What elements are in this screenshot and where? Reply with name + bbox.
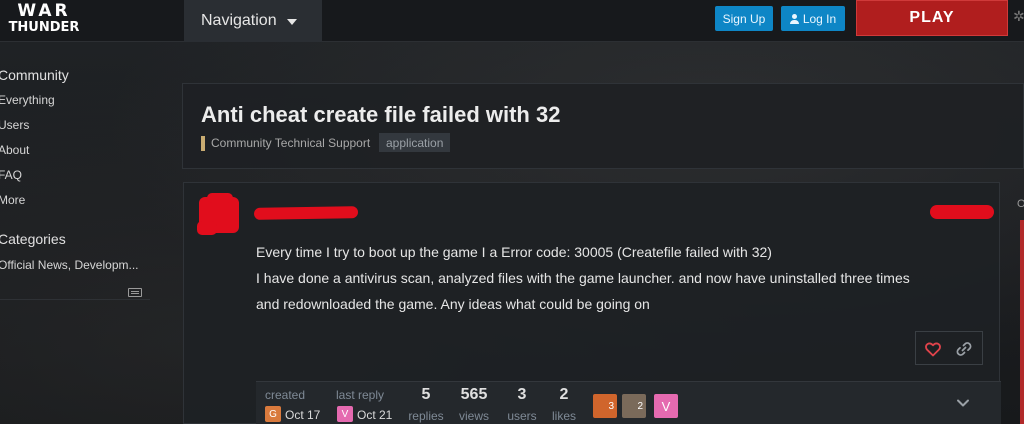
topic-title[interactable]: Anti cheat create file failed with 32 — [201, 102, 560, 128]
sidebar-heading-categories[interactable]: Categories — [0, 231, 66, 247]
like-button[interactable] — [924, 340, 942, 358]
timeline-scroll-bar[interactable] — [1020, 220, 1024, 424]
replies-label: replies — [408, 409, 444, 423]
participant-avatar[interactable]: 2 — [622, 394, 646, 418]
logo-line1: WAR — [17, 1, 71, 21]
topic-map: created G Oct 17 last reply V Oct 21 5 r… — [256, 381, 1001, 424]
play-label: PLAY — [909, 9, 955, 26]
last-reply-date: Oct 21 — [357, 408, 393, 422]
username-redacted[interactable] — [253, 206, 359, 220]
sidebar-item-everything[interactable]: Everything — [0, 93, 55, 107]
site-header: WAR THUNDER Navigation Sign Up Log In PL… — [0, 0, 1024, 42]
post-actions — [915, 331, 983, 365]
sidebar-item-faq[interactable]: FAQ — [0, 168, 22, 182]
post-body-line: and redownloaded the game. Any ideas wha… — [256, 296, 650, 312]
created-date: Oct 17 — [285, 408, 321, 422]
sidebar: Community Everything Users About FAQ Mor… — [0, 42, 150, 312]
play-button[interactable]: PLAY — [856, 0, 1008, 36]
link-icon — [956, 342, 972, 356]
caret-down-icon — [286, 19, 297, 25]
sidebar-item-official-news[interactable]: Official News, Developm... — [0, 258, 139, 272]
keyboard-icon[interactable] — [128, 288, 142, 297]
post-body: Every time I try to boot up the game I a… — [256, 239, 976, 317]
tag-application[interactable]: application — [379, 133, 451, 152]
topic-header: Anti cheat create file failed with 32 Co… — [182, 83, 1024, 169]
sign-up-button[interactable]: Sign Up — [715, 6, 773, 31]
navigation-dropdown[interactable]: Navigation — [184, 0, 322, 42]
sign-up-label: Sign Up — [722, 11, 766, 26]
logo-line2: THUNDER — [8, 20, 80, 35]
log-in-label: Log In — [802, 11, 837, 26]
category-color-marker — [201, 136, 205, 151]
created-label: created — [265, 388, 306, 402]
likes-count: 2 — [559, 386, 569, 403]
likes-label: likes — [551, 409, 576, 423]
views-label: views — [458, 409, 489, 423]
navigation-label: Navigation — [201, 12, 277, 29]
sidebar-heading-community[interactable]: Community — [0, 67, 69, 83]
last-reply-label: last reply — [336, 388, 385, 402]
sidebar-item-about[interactable]: About — [0, 143, 29, 157]
category-link[interactable]: Community Technical Support — [211, 136, 370, 150]
heart-icon — [925, 342, 941, 356]
share-link-button[interactable] — [955, 340, 973, 358]
chevron-down-icon[interactable] — [956, 396, 970, 410]
redaction-mark — [207, 193, 233, 203]
log-in-button[interactable]: Log In — [781, 6, 845, 31]
post: Every time I try to boot up the game I a… — [183, 182, 1001, 424]
created-avatar[interactable]: G — [265, 406, 281, 422]
users-count: 3 — [517, 386, 527, 403]
user-icon — [789, 13, 799, 24]
post-body-line: Every time I try to boot up the game I a… — [256, 244, 772, 260]
views-count: 565 — [460, 386, 488, 403]
participant-avatar[interactable]: V — [654, 394, 678, 418]
sidebar-item-users[interactable]: Users — [0, 118, 29, 132]
redaction-mark — [197, 221, 217, 235]
replies-count: 5 — [421, 386, 431, 403]
avatar-redacted[interactable] — [197, 193, 241, 235]
post-date-redacted[interactable] — [930, 205, 994, 219]
participant-avatar[interactable]: 3 — [593, 394, 617, 418]
last-reply-avatar[interactable]: V — [337, 406, 353, 422]
right-timeline-label: O — [1017, 198, 1024, 210]
settings-icon[interactable]: ✲ — [1013, 8, 1024, 25]
post-body-line: I have done a antivirus scan, analyzed f… — [256, 270, 910, 286]
war-thunder-logo[interactable]: WAR THUNDER — [8, 3, 80, 39]
users-label: users — [507, 409, 537, 423]
sidebar-item-more[interactable]: More — [0, 193, 25, 207]
sidebar-divider — [0, 299, 150, 300]
